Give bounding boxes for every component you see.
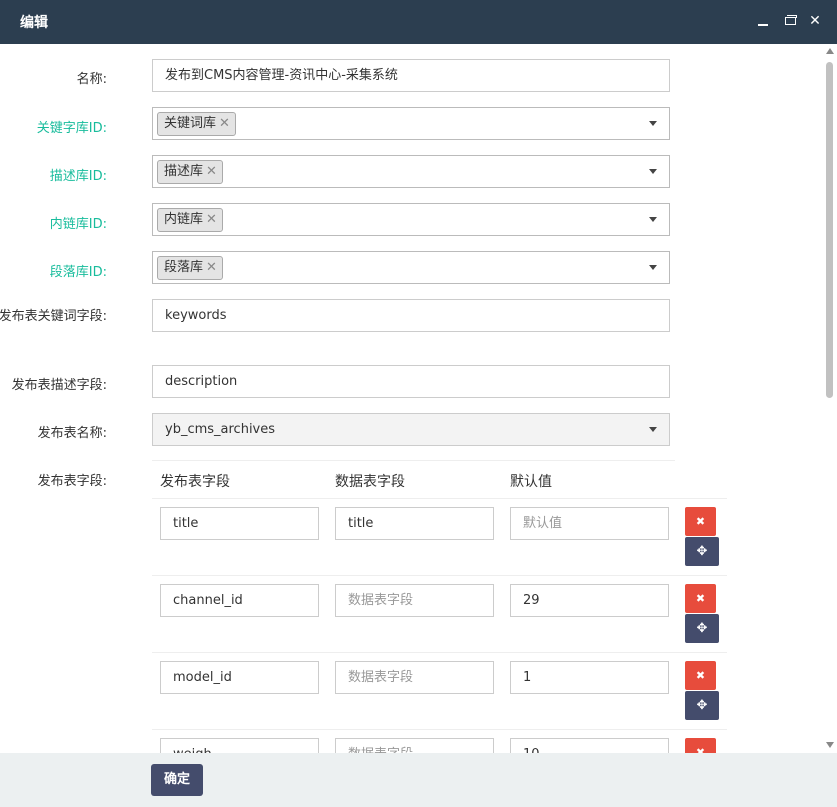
col-header-data-field: 数据表字段 [335,474,405,490]
move-icon: ✥ [696,544,708,559]
confirm-button[interactable]: 确定 [151,764,203,796]
desc-field-input[interactable]: description [152,365,670,398]
delete-icon: ✖ [695,746,706,753]
divider [152,652,727,653]
publish-field-input[interactable]: model_id [160,661,319,694]
delete-icon: ✖ [695,515,706,528]
table-name-label: 发布表名称: [37,426,107,441]
data-field-input[interactable]: title [335,507,494,540]
tag-label: 段落库 [164,260,204,275]
divider [152,729,727,730]
name-label: 名称: [76,72,107,87]
delete-row-button[interactable]: ✖ [685,507,716,536]
desc-field-label: 发布表描述字段: [11,378,107,393]
tag-label: 内链库 [164,212,204,227]
vertical-scrollbar[interactable] [822,44,837,753]
tag-remove-icon[interactable]: ✕ [206,212,217,227]
fields-label: 发布表字段: [37,474,107,489]
delete-icon: ✖ [695,592,706,605]
default-value-input[interactable]: 1 [510,661,669,694]
tag-remove-icon[interactable]: ✕ [206,164,217,179]
data-field-input[interactable]: 数据表字段 [335,661,494,694]
delete-icon: ✖ [695,669,706,682]
col-header-default-value: 默认值 [510,474,552,490]
link-lib-label: 内链库ID: [49,217,107,232]
maximize-button[interactable] [781,11,799,31]
publish-field-input[interactable]: title [160,507,319,540]
move-icon: ✥ [696,698,708,713]
dialog-footer: 确定 [0,753,837,807]
delete-row-button[interactable]: ✖ [685,661,716,690]
scroll-down-icon[interactable] [826,742,834,748]
default-value-input[interactable]: 10 [510,738,669,753]
tag-remove-icon[interactable]: ✕ [219,116,230,131]
scroll-up-icon[interactable] [826,48,834,54]
keyword-lib-select[interactable]: 关键词库 ✕ [152,107,670,140]
data-field-input[interactable]: 数据表字段 [335,584,494,617]
chevron-down-icon[interactable] [649,217,657,222]
kw-field-input[interactable]: keywords [152,299,670,332]
move-icon: ✥ [696,621,708,636]
tag-label: 关键词库 [164,116,217,131]
name-input[interactable]: 发布到CMS内容管理-资讯中心-采集系统 [152,59,670,92]
col-header-publish-field: 发布表字段 [160,474,230,490]
chevron-down-icon[interactable] [649,169,657,174]
table-name-select[interactable]: yb_cms_archives [152,413,670,446]
form-content: 名称: 发布到CMS内容管理-资讯中心-采集系统 关键字库ID: 关键词库 ✕ 描… [0,44,822,753]
close-button[interactable]: ✕ [806,11,824,31]
desc-lib-select[interactable]: 描述库 ✕ [152,155,670,188]
keyword-lib-label: 关键字库ID: [36,121,107,136]
keyword-lib-tag: 关键词库 ✕ [157,112,236,136]
default-value-input[interactable]: 默认值 [510,507,669,540]
desc-lib-tag: 描述库 ✕ [157,160,223,184]
tag-label: 描述库 [164,164,204,179]
default-value-input[interactable]: 29 [510,584,669,617]
window-title: 编辑 [20,15,48,31]
kw-field-label: 发布表关键词字段: [0,309,107,324]
delete-row-button[interactable]: ✖ [685,738,716,753]
move-row-button[interactable]: ✥ [685,537,719,566]
chevron-down-icon[interactable] [649,427,657,432]
link-lib-tag: 内链库 ✕ [157,208,223,232]
para-lib-tag: 段落库 ✕ [157,256,223,280]
divider [152,460,675,461]
delete-row-button[interactable]: ✖ [685,584,716,613]
chevron-down-icon[interactable] [649,121,657,126]
para-lib-label: 段落库ID: [49,265,107,280]
publish-field-input[interactable]: weigh [160,738,319,753]
tag-remove-icon[interactable]: ✕ [206,260,217,275]
close-icon: ✕ [809,13,821,29]
desc-lib-label: 描述库ID: [49,169,107,184]
publish-field-input[interactable]: channel_id [160,584,319,617]
divider [152,575,727,576]
divider [152,498,727,499]
window-titlebar: 编辑 ✕ [0,0,837,44]
link-lib-select[interactable]: 内链库 ✕ [152,203,670,236]
para-lib-select[interactable]: 段落库 ✕ [152,251,670,284]
minimize-button[interactable] [754,11,772,31]
scrollbar-thumb[interactable] [826,62,833,398]
move-row-button[interactable]: ✥ [685,691,719,720]
data-field-input[interactable]: 数据表字段 [335,738,494,753]
table-name-value: yb_cms_archives [165,422,276,437]
move-row-button[interactable]: ✥ [685,614,719,643]
minimize-icon [758,24,768,26]
restore-icon [785,17,796,25]
chevron-down-icon[interactable] [649,265,657,270]
